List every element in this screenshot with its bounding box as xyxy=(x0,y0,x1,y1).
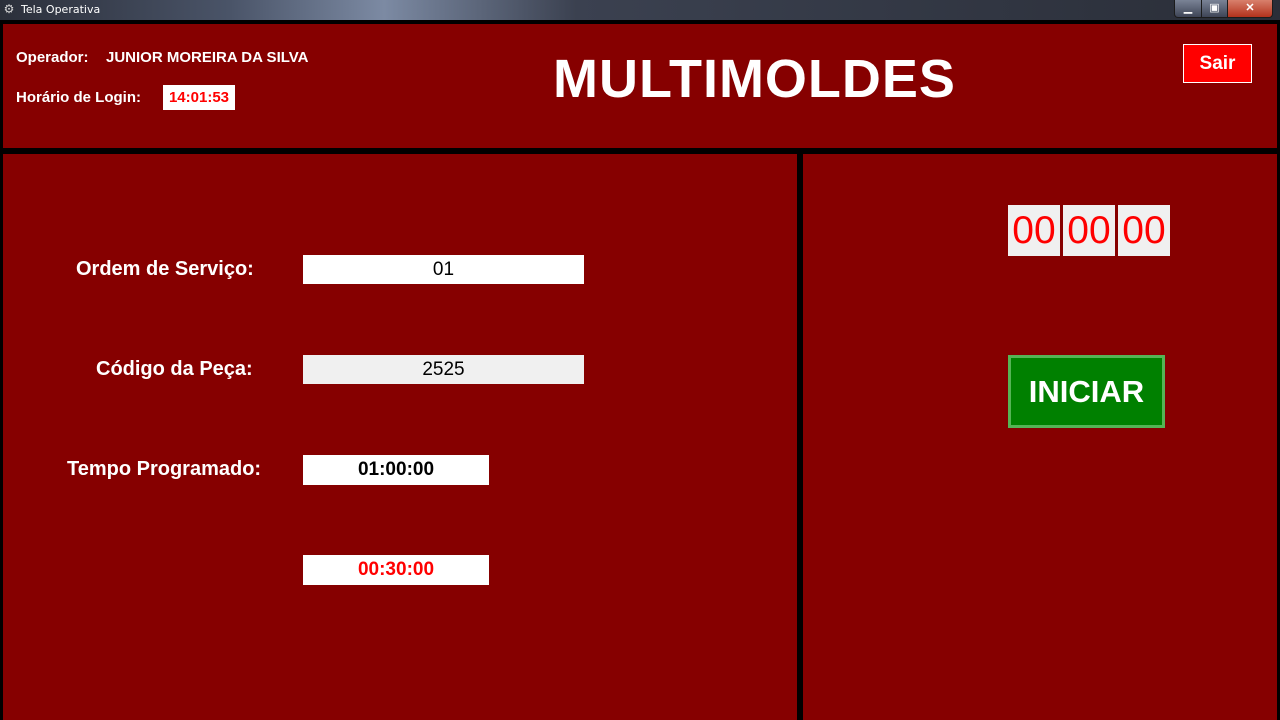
minimize-button[interactable]: ▁ xyxy=(1174,0,1202,18)
app-icon: ⚙ xyxy=(3,2,15,16)
order-form-panel: Ordem de Serviço: 01 Código da Peça: 252… xyxy=(3,154,797,720)
login-time-value: 14:01:53 xyxy=(163,85,235,110)
maximize-button[interactable]: ▣ xyxy=(1201,0,1228,18)
close-button[interactable]: ✕ xyxy=(1227,0,1273,18)
exit-button[interactable]: Sair xyxy=(1183,44,1252,83)
service-order-field[interactable]: 01 xyxy=(303,255,584,284)
header-panel: Operador: JUNIOR MOREIRA DA SILVA Horári… xyxy=(3,24,1277,148)
timer-minutes: 00 xyxy=(1063,205,1115,256)
start-button[interactable]: INICIAR xyxy=(1008,355,1165,428)
timer-hours: 00 xyxy=(1008,205,1060,256)
part-code-field[interactable]: 2525 xyxy=(303,355,584,384)
operator-name: JUNIOR MOREIRA DA SILVA xyxy=(106,49,309,66)
programmed-time-field[interactable]: 01:00:00 xyxy=(303,455,489,485)
part-code-label: Código da Peça: xyxy=(96,358,253,380)
operator-label: Operador: xyxy=(16,49,89,66)
programmed-time-label: Tempo Programado: xyxy=(67,458,262,480)
remaining-time-field: 00:30:00 xyxy=(303,555,489,585)
timer-panel: 00 00 00 INICIAR xyxy=(803,154,1277,720)
service-order-label: Ordem de Serviço: xyxy=(76,258,254,280)
login-time-label: Horário de Login: xyxy=(16,89,141,106)
timer-seconds: 00 xyxy=(1118,205,1170,256)
window-titlebar: ⚙ Tela Operativa ▁ ▣ ✕ xyxy=(0,0,1280,20)
window-title: Tela Operativa xyxy=(21,3,101,16)
brand-title: MULTIMOLDES xyxy=(553,49,956,109)
